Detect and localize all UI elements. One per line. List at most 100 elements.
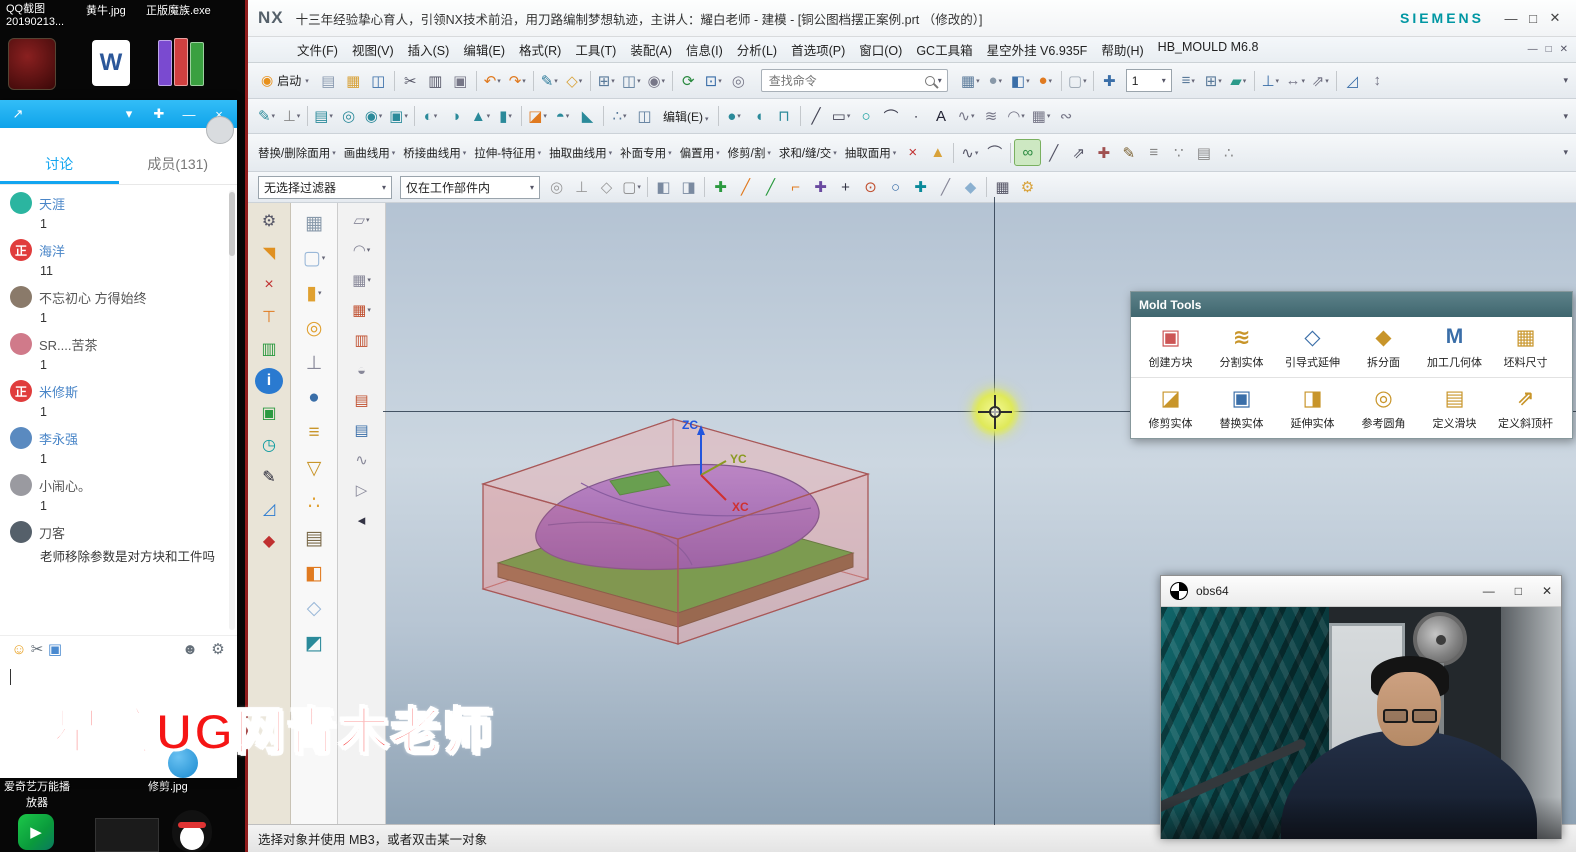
- chamfer-icon[interactable]: ◣: [575, 104, 600, 129]
- wave-link-icon[interactable]: ∞: [1014, 139, 1042, 166]
- move-cross-icon[interactable]: ✚: [708, 175, 733, 200]
- refresh-icon[interactable]: ⟳: [676, 68, 701, 93]
- info-icon[interactable]: i: [255, 368, 283, 394]
- tab[interactable]: 讨论: [0, 148, 119, 184]
- studio-spline-icon[interactable]: ∿: [957, 140, 982, 165]
- list-item[interactable]: 刀客 老师移除参数是对方块和工件吗: [10, 521, 227, 565]
- transform-icon[interactable]: ×: [255, 272, 283, 298]
- orient-cube-icon[interactable]: ◧: [1008, 68, 1033, 93]
- revolve-icon[interactable]: ◎: [336, 104, 361, 129]
- redo-icon[interactable]: ↷: [505, 68, 530, 93]
- layer-settings-icon[interactable]: ≡: [1176, 68, 1201, 93]
- chevron-down-icon[interactable]: ▾: [119, 104, 139, 124]
- clock-icon[interactable]: ◷: [255, 432, 283, 458]
- gem-icon[interactable]: ◆: [958, 175, 983, 200]
- mesh-icon[interactable]: ▦: [1029, 104, 1054, 129]
- trim-body-icon[interactable]: ◪: [525, 104, 550, 129]
- roadmap-icon[interactable]: ◥: [255, 240, 283, 266]
- four-plane-icon[interactable]: ▱: [348, 207, 376, 233]
- screenshot-scissors-icon[interactable]: ✂: [28, 640, 46, 658]
- extrude-icon[interactable]: ▤: [311, 104, 336, 129]
- tsquare-icon[interactable]: ⊤: [255, 304, 283, 330]
- delete-face-icon[interactable]: ×: [900, 140, 925, 165]
- snap-cross-icon[interactable]: ✚: [908, 175, 933, 200]
- sheet-grid-icon[interactable]: ▦: [298, 207, 330, 239]
- grid-table-icon[interactable]: ▦: [990, 175, 1015, 200]
- datum-plane-icon[interactable]: ◇: [562, 68, 587, 93]
- blue-pages-icon[interactable]: ▤: [348, 417, 376, 443]
- search-caret-icon[interactable]: ▾: [938, 76, 942, 85]
- obs-maximize-button[interactable]: □: [1515, 584, 1522, 598]
- distance-icon[interactable]: ↔: [1283, 68, 1308, 93]
- points-set-icon[interactable]: ∵: [1166, 140, 1191, 165]
- cone-icon[interactable]: ▲: [468, 104, 493, 129]
- red-grid-icon[interactable]: ▥: [348, 327, 376, 353]
- cylinder-icon[interactable]: ▮: [493, 104, 518, 129]
- extend-icon[interactable]: ⇗: [1308, 68, 1333, 93]
- mold-tool-button[interactable]: ◨ 延伸实体: [1277, 385, 1348, 431]
- menu-item[interactable]: HB_MOULD M6.8: [1151, 40, 1266, 59]
- arc-icon[interactable]: ⌒: [879, 104, 904, 129]
- mold-tool-button[interactable]: ▤ 定义滑块: [1419, 385, 1490, 431]
- direct-sketch-icon[interactable]: ✎: [254, 104, 279, 129]
- obs-close-button[interactable]: ✕: [1542, 584, 1552, 598]
- diagonal-arrow-icon[interactable]: ⇗: [1066, 140, 1091, 165]
- red-mesh-icon[interactable]: ▦: [348, 297, 376, 323]
- block-icon[interactable]: ▣: [386, 104, 411, 129]
- tool-group-dropdown[interactable]: 抽取曲线用: [545, 145, 616, 161]
- menu-item[interactable]: 窗口(O): [852, 40, 909, 59]
- unite-icon[interactable]: ◐: [418, 104, 443, 129]
- menu-item[interactable]: 工具(T): [568, 40, 623, 59]
- mold-tool-button[interactable]: ▣ 替换实体: [1206, 385, 1277, 431]
- mesh-surface-icon[interactable]: ▦: [348, 267, 376, 293]
- tool-group-dropdown[interactable]: 桥接曲线用: [399, 145, 470, 161]
- snap-violet-icon[interactable]: ✚: [808, 175, 833, 200]
- helix-icon[interactable]: ≋: [979, 104, 1004, 129]
- settings-gear-icon[interactable]: ⚙: [209, 640, 227, 658]
- t-fixture-icon[interactable]: ⊥: [298, 347, 330, 379]
- funnel-icon[interactable]: ▽: [298, 452, 330, 484]
- pin-icon[interactable]: ✚: [149, 104, 169, 124]
- render-ball-icon[interactable]: ●: [1033, 68, 1058, 93]
- named-view-icon[interactable]: ◫: [619, 68, 644, 93]
- circle-icon[interactable]: ○: [854, 104, 879, 129]
- hole-icon[interactable]: ◉: [361, 104, 386, 129]
- mold-tools-titlebar[interactable]: Mold Tools: [1131, 292, 1572, 317]
- gold-stack-icon[interactable]: ≡: [298, 417, 330, 449]
- snap-mid-icon[interactable]: ⊥: [569, 175, 594, 200]
- close-button[interactable]: ✕: [1544, 10, 1566, 26]
- orange-cylinder-icon[interactable]: ▮: [298, 277, 330, 309]
- save-icon[interactable]: ◫: [366, 68, 391, 93]
- hook-icon[interactable]: ⌐: [783, 175, 808, 200]
- facet-cube-icon[interactable]: ◨: [676, 175, 701, 200]
- lasso-icon[interactable]: ▢: [619, 175, 644, 200]
- rib-icon[interactable]: ⊓: [772, 104, 797, 129]
- bounded-plane-icon[interactable]: ▷: [348, 477, 376, 503]
- obs-titlebar[interactable]: obs64 — □ ✕: [1161, 576, 1561, 607]
- arrows-cross-icon[interactable]: ↕: [1365, 68, 1390, 93]
- sew-icon[interactable]: ∾: [1054, 104, 1079, 129]
- tube-icon[interactable]: ◖: [747, 104, 772, 129]
- iqiyi-player-icon[interactable]: ▶: [18, 814, 54, 850]
- rectangle-icon[interactable]: ▭: [829, 104, 854, 129]
- doc-close-button[interactable]: ✕: [1560, 44, 1568, 55]
- word-document-icon[interactable]: W: [92, 40, 130, 86]
- tool-group-dropdown[interactable]: 修剪/割: [724, 145, 775, 161]
- glass-gem-icon[interactable]: ◇: [298, 592, 330, 624]
- line-icon[interactable]: ╱: [804, 104, 829, 129]
- view-section-icon[interactable]: ⊞: [594, 68, 619, 93]
- pattern-icon[interactable]: ∴: [607, 104, 632, 129]
- edit-menu-button[interactable]: 编辑(E): [657, 108, 715, 125]
- map-book-icon[interactable]: ▤: [298, 522, 330, 554]
- solid-cube-icon[interactable]: ◧: [651, 175, 676, 200]
- menu-item[interactable]: 分析(L): [730, 40, 784, 59]
- spline-icon[interactable]: ∿: [954, 104, 979, 129]
- swept-icon[interactable]: ∿: [348, 447, 376, 473]
- snapshot-icon[interactable]: ◉: [644, 68, 669, 93]
- sphere-mesh-icon[interactable]: ◒: [348, 357, 376, 383]
- red-tool-icon[interactable]: ◆: [255, 528, 283, 554]
- layout-grid-icon[interactable]: ▦: [958, 68, 983, 93]
- image-icon[interactable]: ▣: [46, 640, 64, 658]
- snap-star-icon[interactable]: ◇: [594, 175, 619, 200]
- list-item[interactable]: 不忘初心 方得始终 1: [10, 286, 227, 325]
